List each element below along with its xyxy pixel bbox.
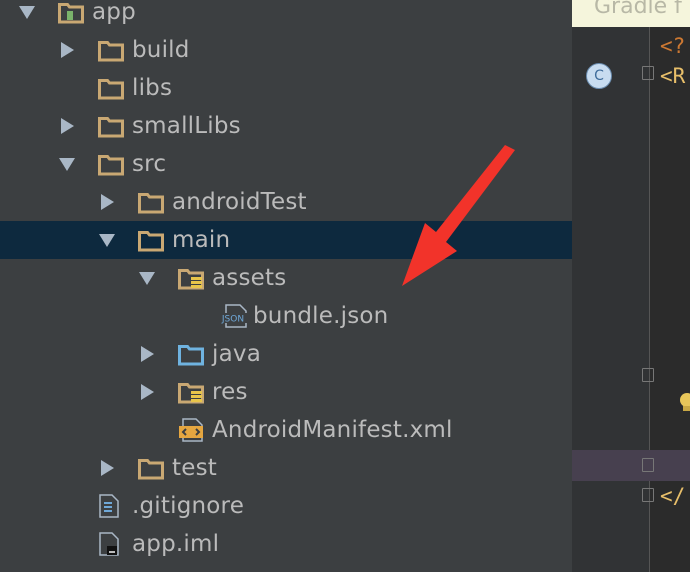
xml-file-icon <box>178 418 204 442</box>
tree-item-androidmanifest-xml[interactable]: AndroidManifest.xml <box>0 411 572 449</box>
tree-item-src[interactable]: src <box>0 145 572 183</box>
tree-item-label: res <box>212 379 248 405</box>
editor-gutter <box>572 0 649 572</box>
tree-item-label: assets <box>212 265 287 291</box>
code-line-2[interactable]: <R <box>660 64 685 88</box>
folder-icon <box>98 78 124 100</box>
tree-item-label: test <box>172 455 217 481</box>
tree-item-label: AndroidManifest.xml <box>212 417 453 443</box>
svg-text:JSON: JSON <box>221 315 244 325</box>
json-file-icon: JSON <box>218 304 247 328</box>
text-file-icon <box>98 494 124 518</box>
gutter-divider <box>649 0 650 572</box>
fold-marker-icon[interactable] <box>642 368 654 382</box>
resource-folder-icon <box>178 268 204 290</box>
fold-marker-icon[interactable] <box>642 458 654 472</box>
code-line-3[interactable]: </ <box>660 484 685 508</box>
tree-item-libs[interactable]: libs <box>0 69 572 107</box>
chevron-right-icon[interactable] <box>141 346 154 362</box>
chevron-right-icon[interactable] <box>101 194 114 210</box>
folder-icon <box>138 192 164 214</box>
iml-file-icon <box>98 532 124 556</box>
fold-marker-icon[interactable] <box>642 488 654 502</box>
chevron-down-icon[interactable] <box>139 272 155 285</box>
tree-item-label: app <box>92 0 136 25</box>
tree-item-bundle-json[interactable]: JSON bundle.json <box>0 297 572 335</box>
tree-item-label: main <box>172 227 231 253</box>
tree-item-label: app.iml <box>132 531 220 557</box>
editor-panel: Gradle f C <? <R </ <box>572 0 690 572</box>
tree-item-smalllibs[interactable]: smallLibs <box>0 107 572 145</box>
tree-item-label: build <box>132 37 190 63</box>
chevron-right-icon[interactable] <box>61 118 74 134</box>
tree-item-gitignore[interactable]: .gitignore <box>0 487 572 525</box>
chevron-right-icon[interactable] <box>61 42 74 58</box>
chevron-down-icon[interactable] <box>19 6 35 19</box>
folder-icon <box>138 458 164 480</box>
tree-item-label: src <box>132 151 167 177</box>
folder-icon <box>98 154 124 176</box>
tree-item-label: androidTest <box>172 189 307 215</box>
folder-icon <box>138 230 164 252</box>
tree-item-assets[interactable]: assets <box>0 259 572 297</box>
chevron-down-icon[interactable] <box>59 158 75 171</box>
tree-item-build[interactable]: build <box>0 31 572 69</box>
chevron-right-icon[interactable] <box>101 460 114 476</box>
tree-item-java[interactable]: java <box>0 335 572 373</box>
lightbulb-icon[interactable] <box>678 392 690 414</box>
tree-item-app[interactable]: app <box>0 0 572 31</box>
tree-item-main[interactable]: main <box>0 221 572 259</box>
resource-folder-icon <box>178 382 204 404</box>
project-tree-panel: app build libs smallLibs src androidTest main a… <box>0 0 572 572</box>
tree-item-app-iml[interactable]: app.iml <box>0 525 572 563</box>
module-folder-icon <box>58 2 84 24</box>
tree-item-label: smallLibs <box>132 113 241 139</box>
tree-item-label: .gitignore <box>132 493 245 519</box>
chevron-right-icon[interactable] <box>141 384 154 400</box>
chevron-down-icon[interactable] <box>99 234 115 247</box>
editor-tab-label[interactable]: Gradle f <box>594 0 682 19</box>
folder-icon <box>98 116 124 138</box>
tree-item-label: bundle.json <box>253 303 389 329</box>
tree-item-test[interactable]: test <box>0 449 572 487</box>
tree-item-label: java <box>212 341 261 367</box>
class-badge-icon[interactable]: C <box>586 63 612 89</box>
editor-tab-bar[interactable]: Gradle f <box>572 0 690 27</box>
tree-item-label: libs <box>132 75 173 101</box>
tree-item-androidtest[interactable]: androidTest <box>0 183 572 221</box>
source-folder-icon <box>178 344 204 366</box>
fold-marker-icon[interactable] <box>642 66 654 80</box>
folder-icon <box>98 40 124 62</box>
code-line-1[interactable]: <? <box>660 34 685 58</box>
highlighted-line <box>572 450 690 481</box>
tree-item-res[interactable]: res <box>0 373 572 411</box>
